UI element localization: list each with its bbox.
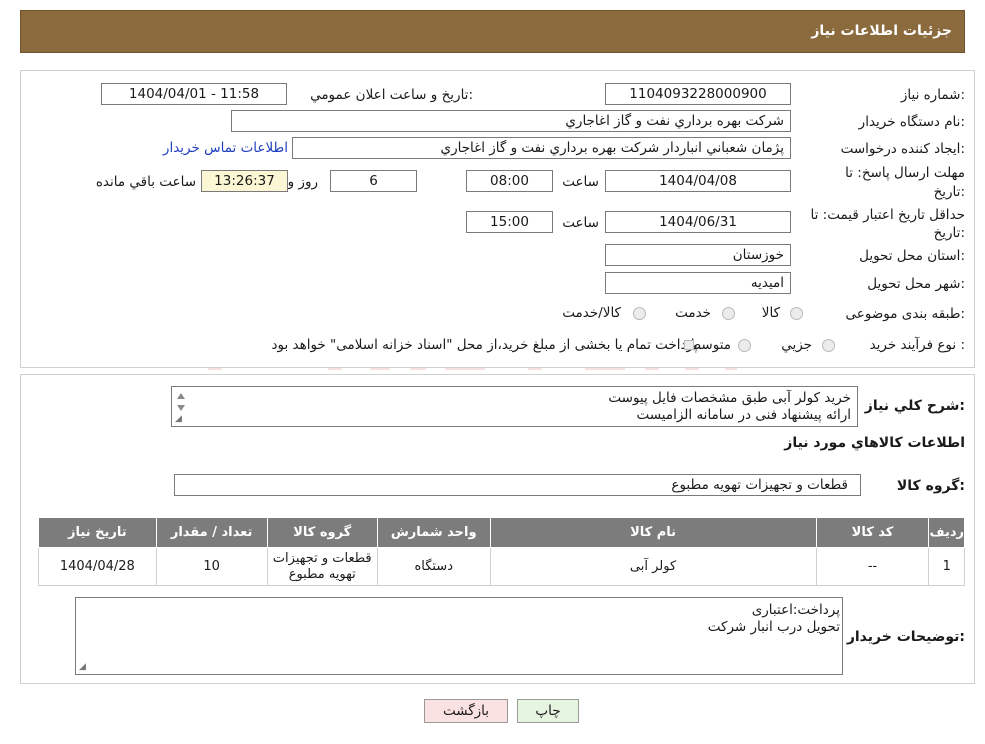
col-code: كد كالا <box>815 517 930 548</box>
goods-group-field: قطعات و تجهیزات تهویه مطبوع <box>174 474 861 496</box>
buyer-contact-link[interactable]: اطلاعات تماس خریدار <box>163 140 288 156</box>
deadline-date-field: 1404/04/08 <box>605 170 791 192</box>
days-remaining-field: 6 <box>330 170 417 192</box>
col-unit: واحد شمارش <box>376 517 491 548</box>
goods-group-label: گروه كالا: <box>896 478 965 494</box>
buyer-notes-textarea[interactable]: پرداخت:اعتباری تحویل درب انبار شرکت ◢ <box>75 597 843 675</box>
resize-grip-icon[interactable]: ◢ <box>175 414 182 424</box>
remaining-label: ساعت باقي مانده <box>95 174 196 190</box>
back-button[interactable]: بازگشت <box>424 699 508 723</box>
cell-row: 1 <box>928 547 965 586</box>
deadline-label-date: تاریخ: <box>933 184 965 200</box>
province-label: استان محل تحویل: <box>859 248 965 264</box>
col-name: نام كالا <box>489 517 817 548</box>
deadline-time-field: 08:00 <box>466 170 553 192</box>
table-row: 1 -- کولر آبی دستگاه قطعات و تجهیزات تهو… <box>38 547 965 586</box>
creator-field: پژمان شعباني انباردار شركت بهره برداري ن… <box>292 137 791 159</box>
city-label: شهر محل تحویل: <box>867 276 965 292</box>
table-header-row: رديف كد كالا نام كالا واحد شمارش گروه كا… <box>38 517 965 548</box>
process-minor-label: جزیي <box>781 337 812 353</box>
days-label: روز و <box>287 174 318 190</box>
buyer-org-label: نام دستگاه خریدار: <box>858 114 965 130</box>
category-service-label: خدمت <box>675 305 711 321</box>
buyer-org-field: شركت بهره برداري نفت و گاز اغاجاري <box>231 110 791 132</box>
announce-label: تاریخ و ساعت اعلان عمومي: <box>310 87 473 103</box>
treasury-note: پرداخت تمام یا بخشی از مبلغ خرید،از محل … <box>271 337 702 353</box>
category-goods-service-radio[interactable] <box>633 307 646 320</box>
page-title: جزئیات اطلاعات نیاز <box>811 23 952 39</box>
category-goods-radio[interactable] <box>790 307 803 320</box>
cell-unit: دستگاه <box>376 547 491 586</box>
resize-grip-icon[interactable]: ◢ <box>79 662 86 672</box>
category-label: طبقه بندی موضوعی: <box>845 306 965 322</box>
category-goods-label: کالا <box>761 305 780 321</box>
print-button[interactable]: چاپ <box>517 699 579 723</box>
process-label: نوع فرآیند خرید : <box>869 337 965 353</box>
deadline-time-label: ساعت <box>562 174 599 190</box>
validity-time-field: 15:00 <box>466 211 553 233</box>
category-service-radio[interactable] <box>722 307 735 320</box>
goods-info-title: اطلاعات كالاهاي مورد نياز <box>784 435 965 451</box>
remaining-time-field: 13:26:37 <box>201 170 288 192</box>
col-quantity: تعداد / مقدار <box>155 517 268 548</box>
cell-quantity: 10 <box>155 547 268 586</box>
col-row: رديف <box>928 517 965 548</box>
cell-date: 1404/04/28 <box>38 547 157 586</box>
city-field: امیدیه <box>605 272 791 294</box>
need-number-field: 1104093228000900 <box>605 83 791 105</box>
buyer-notes-line-2: تحویل درب انبار شرکت <box>707 619 840 635</box>
creator-label: ایجاد کننده درخواست: <box>840 141 965 157</box>
buyer-notes-line-1: پرداخت:اعتباری <box>751 602 840 618</box>
category-goods-service-label: کالا/خدمت <box>562 305 621 321</box>
summary-line-2: ارائه پیشنهاد فنی در سامانه الزامیست <box>636 407 851 423</box>
page-header: جزئیات اطلاعات نیاز <box>20 10 965 53</box>
cell-group: قطعات و تجهیزات تهویه مطبوع <box>266 547 378 586</box>
summary-textarea[interactable]: خرید کولر آبی طبق مشخصات فایل پیوست ارائ… <box>171 386 858 427</box>
treasury-checkbox[interactable] <box>684 340 694 350</box>
cell-code: -- <box>815 547 930 586</box>
validity-date-field: 1404/06/31 <box>605 211 791 233</box>
col-group: گروه كالا <box>266 517 378 548</box>
announce-datetime-field: 1404/04/01 - 11:58 <box>101 83 287 105</box>
need-number-label: شماره نیاز: <box>900 87 965 103</box>
goods-table: رديف كد كالا نام كالا واحد شمارش گروه كا… <box>38 517 965 586</box>
process-medium-radio[interactable] <box>738 339 751 352</box>
validity-time-label: ساعت <box>562 215 599 231</box>
deadline-label: مهلت ارسال پاسخ: تا <box>845 165 965 181</box>
validity-label: حداقل تاریخ اعتبار قیمت: تا <box>810 207 965 223</box>
validity-label-date: تاریخ: <box>933 225 965 241</box>
summary-label: شرح كلي نياز: <box>864 398 965 414</box>
cell-name: کولر آبی <box>489 547 817 586</box>
scroll-arrows-icon[interactable] <box>174 389 188 417</box>
col-date: تاريخ نياز <box>38 517 157 548</box>
province-field: خوزستان <box>605 244 791 266</box>
process-minor-radio[interactable] <box>822 339 835 352</box>
buyer-notes-label: توضيحات خريدار: <box>846 629 965 645</box>
summary-line-1: خرید کولر آبی طبق مشخصات فایل پیوست <box>608 390 851 406</box>
